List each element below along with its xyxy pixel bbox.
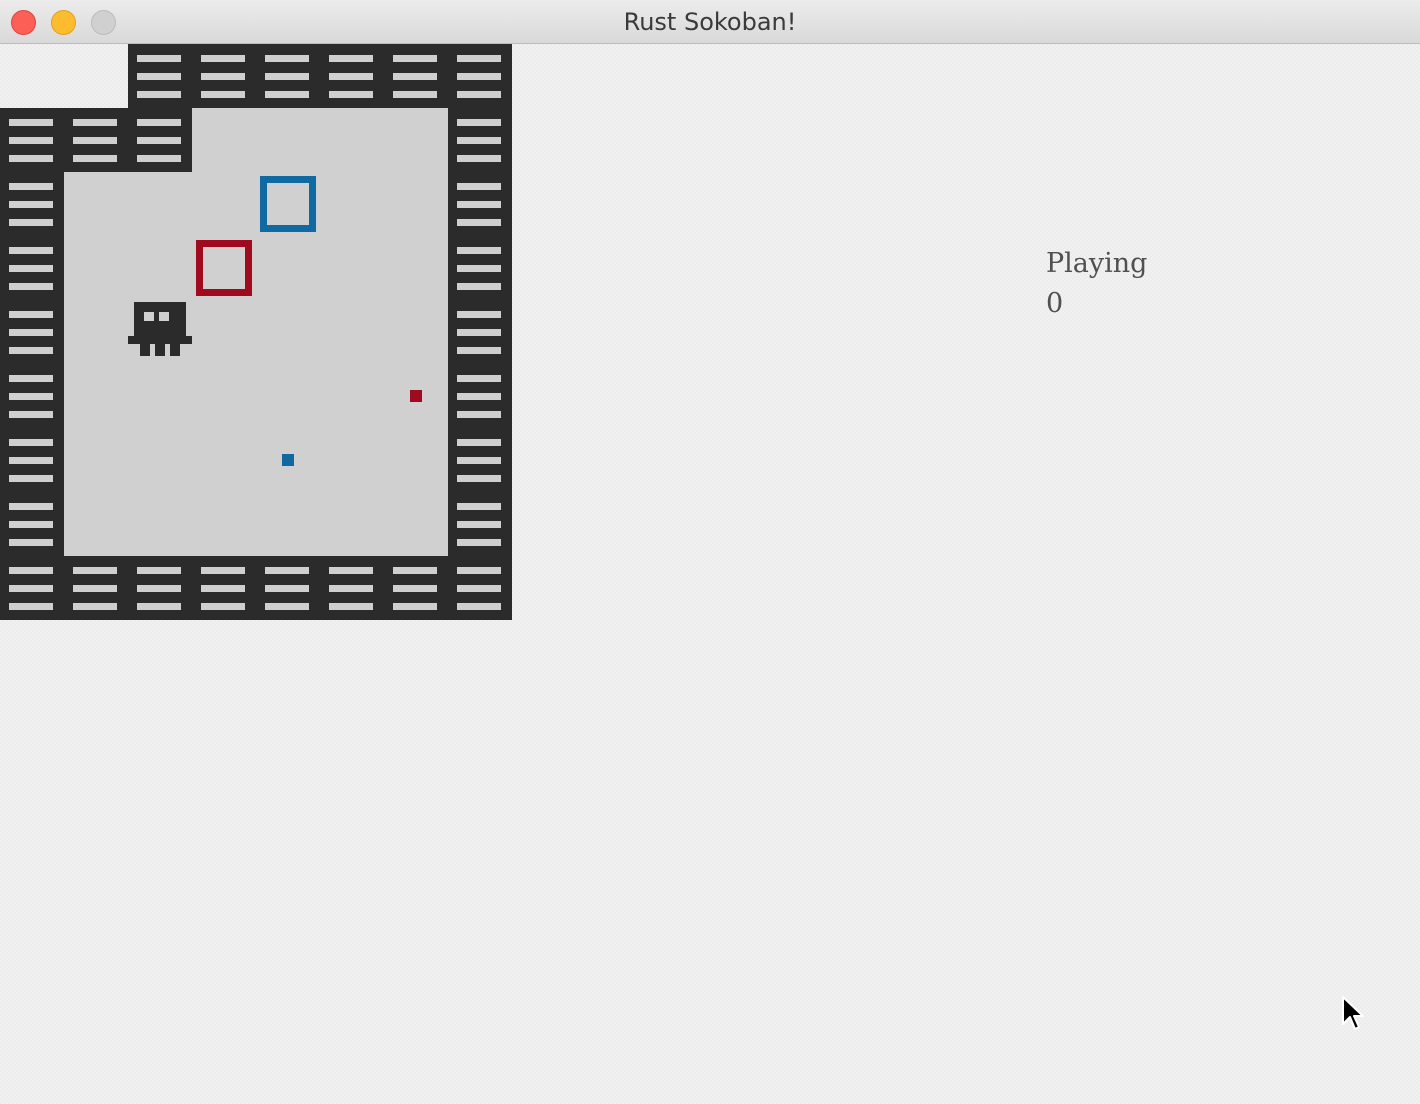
step-count-text: 0 [1046, 288, 1064, 319]
wall-tile [448, 108, 512, 172]
floor-tile [192, 172, 256, 236]
wall-tile [384, 556, 448, 620]
blue-box [256, 172, 320, 236]
floor-tile [384, 300, 448, 364]
floor-tile [256, 108, 320, 172]
floor-tile [64, 364, 128, 428]
game-status-panel: Playing 0 [1046, 244, 1147, 324]
red-box [192, 236, 256, 300]
floor-tile [64, 492, 128, 556]
floor-tile [384, 428, 448, 492]
wall-tile [448, 428, 512, 492]
wall-tile [0, 300, 64, 364]
game-canvas[interactable]: Playing 0 [0, 44, 1420, 1104]
wall-tile [448, 300, 512, 364]
wall-tile [64, 108, 128, 172]
floor-tile [256, 236, 320, 300]
floor-tile [320, 172, 384, 236]
wall-tile [0, 492, 64, 556]
wall-tile [0, 364, 64, 428]
floor-tile [192, 300, 256, 364]
wall-tile [192, 44, 256, 108]
floor-tile [320, 108, 384, 172]
blue-box-spot [256, 428, 320, 492]
floor-tile [384, 172, 448, 236]
wall-tile [448, 556, 512, 620]
floor-tile [128, 236, 192, 300]
wall-tile [0, 556, 64, 620]
floor-tile [256, 492, 320, 556]
wall-tile [448, 44, 512, 108]
wall-tile [0, 428, 64, 492]
floor-tile [384, 108, 448, 172]
sokoban-board [0, 44, 512, 620]
wall-tile [128, 556, 192, 620]
wall-tile [320, 44, 384, 108]
wall-tile [448, 492, 512, 556]
game-state-text: Playing [1046, 248, 1148, 279]
floor-tile [64, 236, 128, 300]
floor-tile [256, 300, 320, 364]
wall-tile [384, 44, 448, 108]
floor-tile [128, 492, 192, 556]
wall-tile [0, 108, 64, 172]
floor-tile [320, 236, 384, 300]
floor-tile [256, 364, 320, 428]
title-bar: Rust Sokoban! [0, 0, 1420, 44]
floor-tile [64, 172, 128, 236]
wall-tile [448, 364, 512, 428]
floor-tile [128, 428, 192, 492]
floor-tile [128, 172, 192, 236]
floor-tile [128, 364, 192, 428]
wall-tile [256, 556, 320, 620]
wall-tile [0, 236, 64, 300]
floor-tile [64, 428, 128, 492]
floor-tile [192, 364, 256, 428]
wall-tile [0, 172, 64, 236]
arrow-cursor-icon [1342, 996, 1364, 1030]
player-icon [128, 300, 192, 364]
floor-tile [320, 364, 384, 428]
wall-tile [128, 108, 192, 172]
floor-tile [320, 492, 384, 556]
wall-tile [192, 556, 256, 620]
floor-tile [384, 492, 448, 556]
floor-tile [192, 492, 256, 556]
wall-tile [448, 236, 512, 300]
floor-tile [320, 300, 384, 364]
wall-tile [64, 556, 128, 620]
wall-tile [128, 44, 192, 108]
floor-tile [64, 300, 128, 364]
floor-tile [320, 428, 384, 492]
wall-tile [320, 556, 384, 620]
floor-tile [192, 428, 256, 492]
red-box-spot [384, 364, 448, 428]
floor-tile [384, 236, 448, 300]
floor-tile [192, 108, 256, 172]
window-title: Rust Sokoban! [623, 8, 797, 36]
wall-tile [256, 44, 320, 108]
wall-tile [448, 172, 512, 236]
